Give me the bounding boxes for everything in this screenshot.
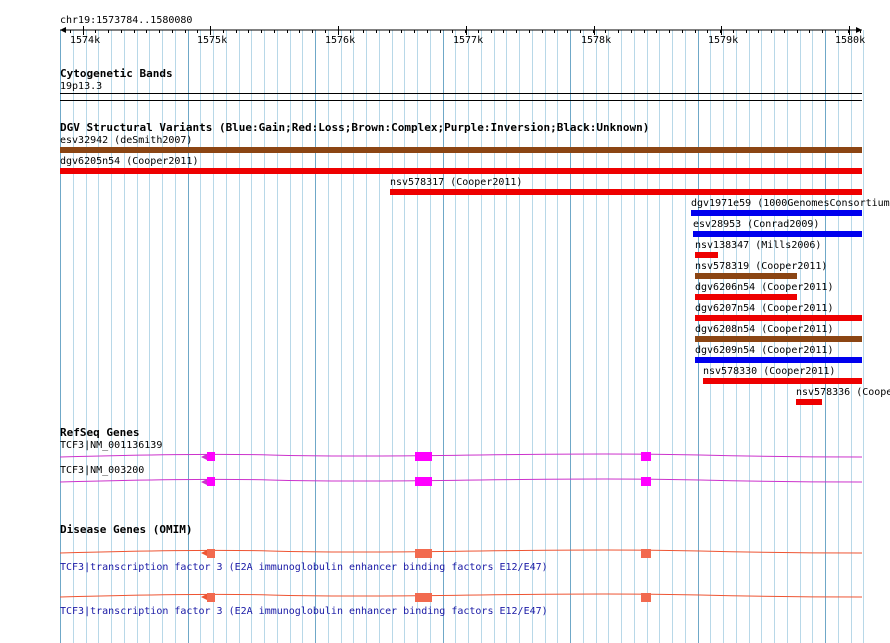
strand-arrow-icon xyxy=(201,594,207,600)
strand-arrow-icon xyxy=(201,550,207,556)
variant-bar-loss[interactable] xyxy=(390,189,862,195)
ruler-right-arrow xyxy=(856,27,862,33)
omim-gene-model-1 xyxy=(59,549,863,558)
variant-bar-loss[interactable] xyxy=(695,252,718,258)
variant-bar-loss[interactable] xyxy=(60,168,862,174)
variant-bar-loss[interactable] xyxy=(695,315,862,321)
variant-label: dgv6205n54 (Cooper2011) xyxy=(60,156,199,167)
variant-bar-loss[interactable] xyxy=(796,399,822,405)
refseq-track-title[interactable]: RefSeq Genes xyxy=(60,427,139,438)
exon xyxy=(207,452,215,461)
exon xyxy=(415,549,432,558)
ruler-tick-1576k: 1576k xyxy=(325,35,356,46)
variant-bar-gain[interactable] xyxy=(693,231,862,237)
exon xyxy=(641,549,651,558)
variant-label: dgv6207n54 (Cooper2011) xyxy=(695,303,834,314)
variant-label: esv28953 (Conrad2009) xyxy=(693,219,820,230)
variant-label: nsv138347 (Mills2006) xyxy=(695,240,822,251)
exon xyxy=(207,593,215,602)
gene-model-nm001136139 xyxy=(59,452,863,461)
variant-label: dgv6208n54 (Cooper2011) xyxy=(695,324,834,335)
strand-arrow-icon xyxy=(201,454,207,460)
dgv-track-title[interactable]: DGV Structural Variants (Blue:Gain;Red:L… xyxy=(60,122,649,133)
variant-label: dgv6209n54 (Cooper2011) xyxy=(695,345,834,356)
ruler-tick-1579k: 1579k xyxy=(708,35,739,46)
ruler-tick-1577k: 1577k xyxy=(453,35,484,46)
refseq-gene-models[interactable] xyxy=(0,445,890,495)
variant-bar-complex[interactable] xyxy=(60,147,862,153)
variant-label: esv32942 (deSmith2007) xyxy=(60,135,193,146)
variant-label: dgv1971e59 (1000GenomesConsortiumP xyxy=(691,198,890,209)
cytoband-band-top[interactable] xyxy=(60,93,862,94)
ruler-tick-1575k: 1575k xyxy=(197,35,228,46)
ruler-tick-1574k: 1574k xyxy=(70,35,101,46)
omim-gene-label[interactable]: TCF3|transcription factor 3 (E2A immunog… xyxy=(60,562,548,573)
variant-bar-gain[interactable] xyxy=(695,357,862,363)
exon xyxy=(415,452,432,461)
variant-label: nsv578330 (Cooper2011) xyxy=(703,366,836,377)
cytoband-band-bottom[interactable] xyxy=(60,100,862,101)
exon xyxy=(415,477,432,486)
variant-label: nsv578336 (Coope xyxy=(796,387,890,398)
ruler xyxy=(60,26,862,35)
exon xyxy=(641,477,651,486)
exon xyxy=(207,549,215,558)
strand-arrow-icon xyxy=(201,479,207,485)
variant-label: nsv578317 (Cooper2011) xyxy=(390,177,523,188)
gene-model-nm003200 xyxy=(59,477,863,486)
variant-label: nsv578319 (Cooper2011) xyxy=(695,261,828,272)
variant-label: dgv6206n54 (Cooper2011) xyxy=(695,282,834,293)
exon xyxy=(207,477,215,486)
variant-bar-complex[interactable] xyxy=(695,273,797,279)
ruler-tick-1578k: 1578k xyxy=(581,35,612,46)
ruler-left-arrow xyxy=(60,27,66,33)
omim-gene-models[interactable] xyxy=(0,540,890,610)
variant-bar-loss[interactable] xyxy=(703,378,862,384)
omim-gene-label[interactable]: TCF3|transcription factor 3 (E2A immunog… xyxy=(60,606,548,617)
variant-bar-loss[interactable] xyxy=(695,294,797,300)
omim-track-title[interactable]: Disease Genes (OMIM) xyxy=(60,524,192,535)
exon xyxy=(641,452,651,461)
exon xyxy=(641,593,651,602)
variant-bar-complex[interactable] xyxy=(695,336,862,342)
exon xyxy=(415,593,432,602)
cytoband-track-title[interactable]: Cytogenetic Bands xyxy=(60,68,173,79)
cytoband-label: 19p13.3 xyxy=(60,81,103,92)
omim-gene-model-2 xyxy=(59,593,863,602)
variant-bar-gain[interactable] xyxy=(691,210,862,216)
ruler-tick-1580k: 1580k xyxy=(835,35,866,46)
